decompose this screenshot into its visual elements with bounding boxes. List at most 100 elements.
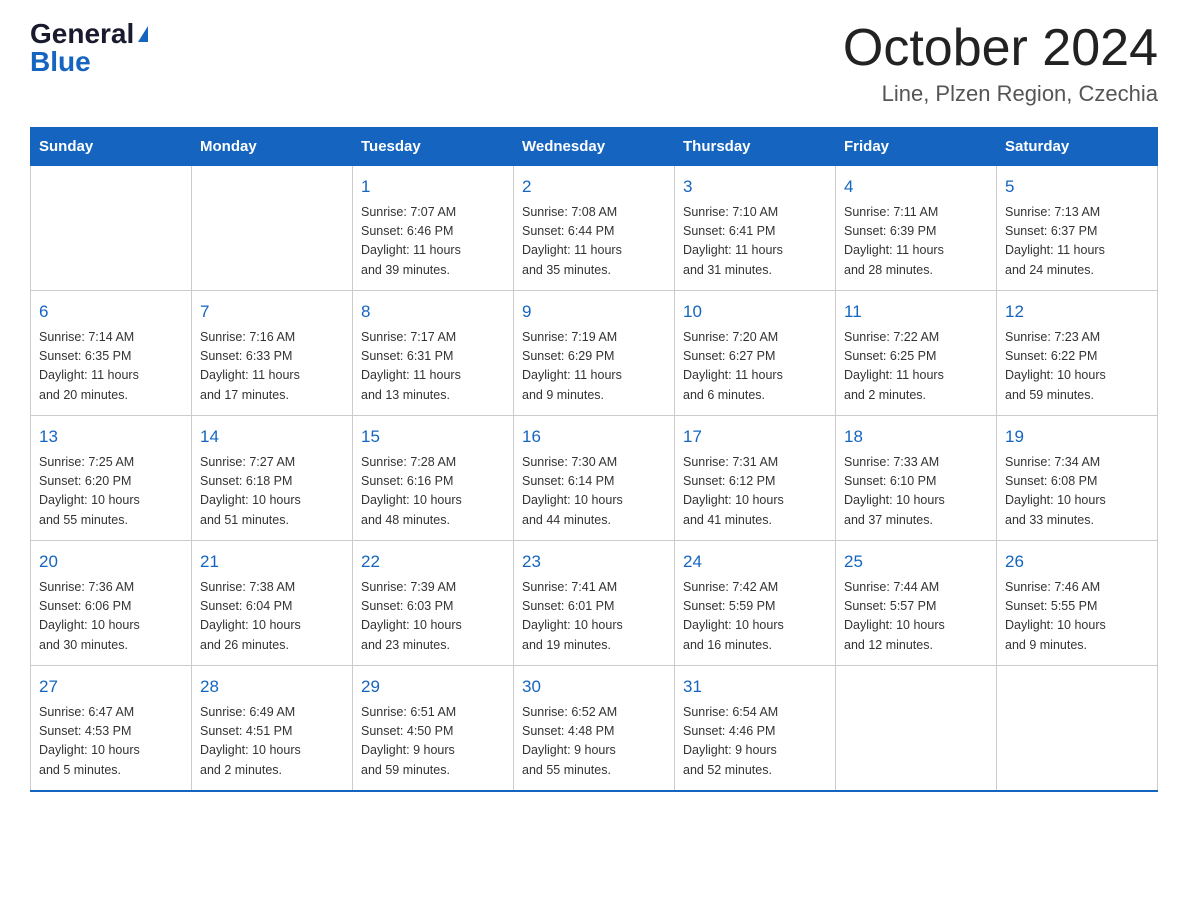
day-info: Sunrise: 7:39 AM Sunset: 6:03 PM Dayligh…: [361, 578, 505, 656]
day-number: 13: [39, 424, 183, 450]
logo: General Blue: [30, 20, 148, 76]
day-number: 4: [844, 174, 988, 200]
day-info: Sunrise: 6:54 AM Sunset: 4:46 PM Dayligh…: [683, 703, 827, 781]
calendar-cell: 23 Sunrise: 7:41 AM Sunset: 6:01 PM Dayli…: [514, 541, 675, 666]
weekday-header-row: SundayMondayTuesdayWednesdayThursdayFrid…: [31, 128, 1158, 166]
calendar-cell: 16 Sunrise: 7:30 AM Sunset: 6:14 PM Dayli…: [514, 416, 675, 541]
calendar-cell: 11 Sunrise: 7:22 AM Sunset: 6:25 PM Dayli…: [836, 291, 997, 416]
calendar-cell: 17Sunrise: 7:31 AM Sunset: 6:12 PM Dayli…: [675, 416, 836, 541]
day-info: Sunrise: 7:11 AM Sunset: 6:39 PM Dayligh…: [844, 203, 988, 281]
day-number: 3: [683, 174, 827, 200]
calendar-cell: [31, 166, 192, 291]
calendar-cell: 5 Sunrise: 7:13 AM Sunset: 6:37 PM Daylig…: [997, 166, 1158, 291]
calendar-week-row: 6 Sunrise: 7:14 AM Sunset: 6:35 PM Daylig…: [31, 291, 1158, 416]
day-number: 7: [200, 299, 344, 325]
calendar-cell: 30 Sunrise: 6:52 AM Sunset: 4:48 PM Dayli…: [514, 666, 675, 792]
day-info: Sunrise: 7:30 AM Sunset: 6:14 PM Dayligh…: [522, 453, 666, 531]
day-info: Sunrise: 7:36 AM Sunset: 6:06 PM Dayligh…: [39, 578, 183, 656]
calendar-cell: 8Sunrise: 7:17 AM Sunset: 6:31 PM Daylig…: [353, 291, 514, 416]
calendar-subtitle: Line, Plzen Region, Czechia: [843, 81, 1158, 107]
day-number: 19: [1005, 424, 1149, 450]
day-number: 27: [39, 674, 183, 700]
day-info: Sunrise: 7:19 AM Sunset: 6:29 PM Dayligh…: [522, 328, 666, 406]
day-number: 24: [683, 549, 827, 575]
calendar-cell: 15Sunrise: 7:28 AM Sunset: 6:16 PM Dayli…: [353, 416, 514, 541]
day-number: 10: [683, 299, 827, 325]
day-number: 15: [361, 424, 505, 450]
calendar-body: 1 Sunrise: 7:07 AM Sunset: 6:46 PM Daylig…: [31, 166, 1158, 792]
day-number: 9: [522, 299, 666, 325]
calendar-cell: 4 Sunrise: 7:11 AM Sunset: 6:39 PM Daylig…: [836, 166, 997, 291]
calendar-cell: 22 Sunrise: 7:39 AM Sunset: 6:03 PM Dayli…: [353, 541, 514, 666]
calendar-header: SundayMondayTuesdayWednesdayThursdayFrid…: [31, 128, 1158, 166]
calendar-cell: 3 Sunrise: 7:10 AM Sunset: 6:41 PM Daylig…: [675, 166, 836, 291]
calendar-cell: [192, 166, 353, 291]
day-info: Sunrise: 7:42 AM Sunset: 5:59 PM Dayligh…: [683, 578, 827, 656]
day-number: 11: [844, 299, 988, 325]
calendar-cell: 1 Sunrise: 7:07 AM Sunset: 6:46 PM Daylig…: [353, 166, 514, 291]
day-number: 26: [1005, 549, 1149, 575]
weekday-header-tuesday: Tuesday: [353, 128, 514, 166]
calendar-cell: 29 Sunrise: 6:51 AM Sunset: 4:50 PM Dayli…: [353, 666, 514, 792]
calendar-table: SundayMondayTuesdayWednesdayThursdayFrid…: [30, 127, 1158, 792]
calendar-cell: 20 Sunrise: 7:36 AM Sunset: 6:06 PM Dayli…: [31, 541, 192, 666]
day-info: Sunrise: 6:47 AM Sunset: 4:53 PM Dayligh…: [39, 703, 183, 781]
day-number: 29: [361, 674, 505, 700]
calendar-cell: 27 Sunrise: 6:47 AM Sunset: 4:53 PM Dayli…: [31, 666, 192, 792]
day-number: 22: [361, 549, 505, 575]
day-info: Sunrise: 7:14 AM Sunset: 6:35 PM Dayligh…: [39, 328, 183, 406]
day-info: Sunrise: 7:07 AM Sunset: 6:46 PM Dayligh…: [361, 203, 505, 281]
day-number: 25: [844, 549, 988, 575]
day-number: 12: [1005, 299, 1149, 325]
calendar-week-row: 13 Sunrise: 7:25 AM Sunset: 6:20 PM Dayli…: [31, 416, 1158, 541]
day-info: Sunrise: 7:27 AM Sunset: 6:18 PM Dayligh…: [200, 453, 344, 531]
day-number: 23: [522, 549, 666, 575]
day-info: Sunrise: 7:33 AM Sunset: 6:10 PM Dayligh…: [844, 453, 988, 531]
day-number: 1: [361, 174, 505, 200]
calendar-cell: 2Sunrise: 7:08 AM Sunset: 6:44 PM Daylig…: [514, 166, 675, 291]
calendar-cell: 25 Sunrise: 7:44 AM Sunset: 5:57 PM Dayli…: [836, 541, 997, 666]
day-info: Sunrise: 7:10 AM Sunset: 6:41 PM Dayligh…: [683, 203, 827, 281]
calendar-cell: 10Sunrise: 7:20 AM Sunset: 6:27 PM Dayli…: [675, 291, 836, 416]
day-number: 16: [522, 424, 666, 450]
logo-blue-text: Blue: [30, 48, 91, 76]
day-info: Sunrise: 6:52 AM Sunset: 4:48 PM Dayligh…: [522, 703, 666, 781]
calendar-cell: 31 Sunrise: 6:54 AM Sunset: 4:46 PM Dayli…: [675, 666, 836, 792]
calendar-cell: 14 Sunrise: 7:27 AM Sunset: 6:18 PM Dayli…: [192, 416, 353, 541]
title-block: October 2024 Line, Plzen Region, Czechia: [843, 20, 1158, 107]
calendar-cell: [836, 666, 997, 792]
day-number: 31: [683, 674, 827, 700]
calendar-cell: 7Sunrise: 7:16 AM Sunset: 6:33 PM Daylig…: [192, 291, 353, 416]
day-number: 14: [200, 424, 344, 450]
logo-triangle-icon: [138, 26, 148, 42]
calendar-cell: [997, 666, 1158, 792]
day-number: 30: [522, 674, 666, 700]
calendar-cell: 24 Sunrise: 7:42 AM Sunset: 5:59 PM Dayli…: [675, 541, 836, 666]
weekday-header-friday: Friday: [836, 128, 997, 166]
calendar-week-row: 27 Sunrise: 6:47 AM Sunset: 4:53 PM Dayli…: [31, 666, 1158, 792]
calendar-cell: 18 Sunrise: 7:33 AM Sunset: 6:10 PM Dayli…: [836, 416, 997, 541]
day-info: Sunrise: 6:51 AM Sunset: 4:50 PM Dayligh…: [361, 703, 505, 781]
calendar-cell: 6 Sunrise: 7:14 AM Sunset: 6:35 PM Daylig…: [31, 291, 192, 416]
day-info: Sunrise: 7:22 AM Sunset: 6:25 PM Dayligh…: [844, 328, 988, 406]
day-info: Sunrise: 7:31 AM Sunset: 6:12 PM Dayligh…: [683, 453, 827, 531]
day-info: Sunrise: 7:38 AM Sunset: 6:04 PM Dayligh…: [200, 578, 344, 656]
logo-general-text: General: [30, 20, 134, 48]
day-info: Sunrise: 7:25 AM Sunset: 6:20 PM Dayligh…: [39, 453, 183, 531]
day-number: 5: [1005, 174, 1149, 200]
day-info: Sunrise: 7:46 AM Sunset: 5:55 PM Dayligh…: [1005, 578, 1149, 656]
day-number: 8: [361, 299, 505, 325]
calendar-cell: 9 Sunrise: 7:19 AM Sunset: 6:29 PM Daylig…: [514, 291, 675, 416]
day-info: Sunrise: 7:13 AM Sunset: 6:37 PM Dayligh…: [1005, 203, 1149, 281]
calendar-cell: 12 Sunrise: 7:23 AM Sunset: 6:22 PM Dayli…: [997, 291, 1158, 416]
day-number: 20: [39, 549, 183, 575]
calendar-cell: 21Sunrise: 7:38 AM Sunset: 6:04 PM Dayli…: [192, 541, 353, 666]
day-number: 6: [39, 299, 183, 325]
day-info: Sunrise: 7:41 AM Sunset: 6:01 PM Dayligh…: [522, 578, 666, 656]
day-info: Sunrise: 7:23 AM Sunset: 6:22 PM Dayligh…: [1005, 328, 1149, 406]
day-number: 18: [844, 424, 988, 450]
weekday-header-monday: Monday: [192, 128, 353, 166]
day-info: Sunrise: 6:49 AM Sunset: 4:51 PM Dayligh…: [200, 703, 344, 781]
day-info: Sunrise: 7:44 AM Sunset: 5:57 PM Dayligh…: [844, 578, 988, 656]
weekday-header-thursday: Thursday: [675, 128, 836, 166]
